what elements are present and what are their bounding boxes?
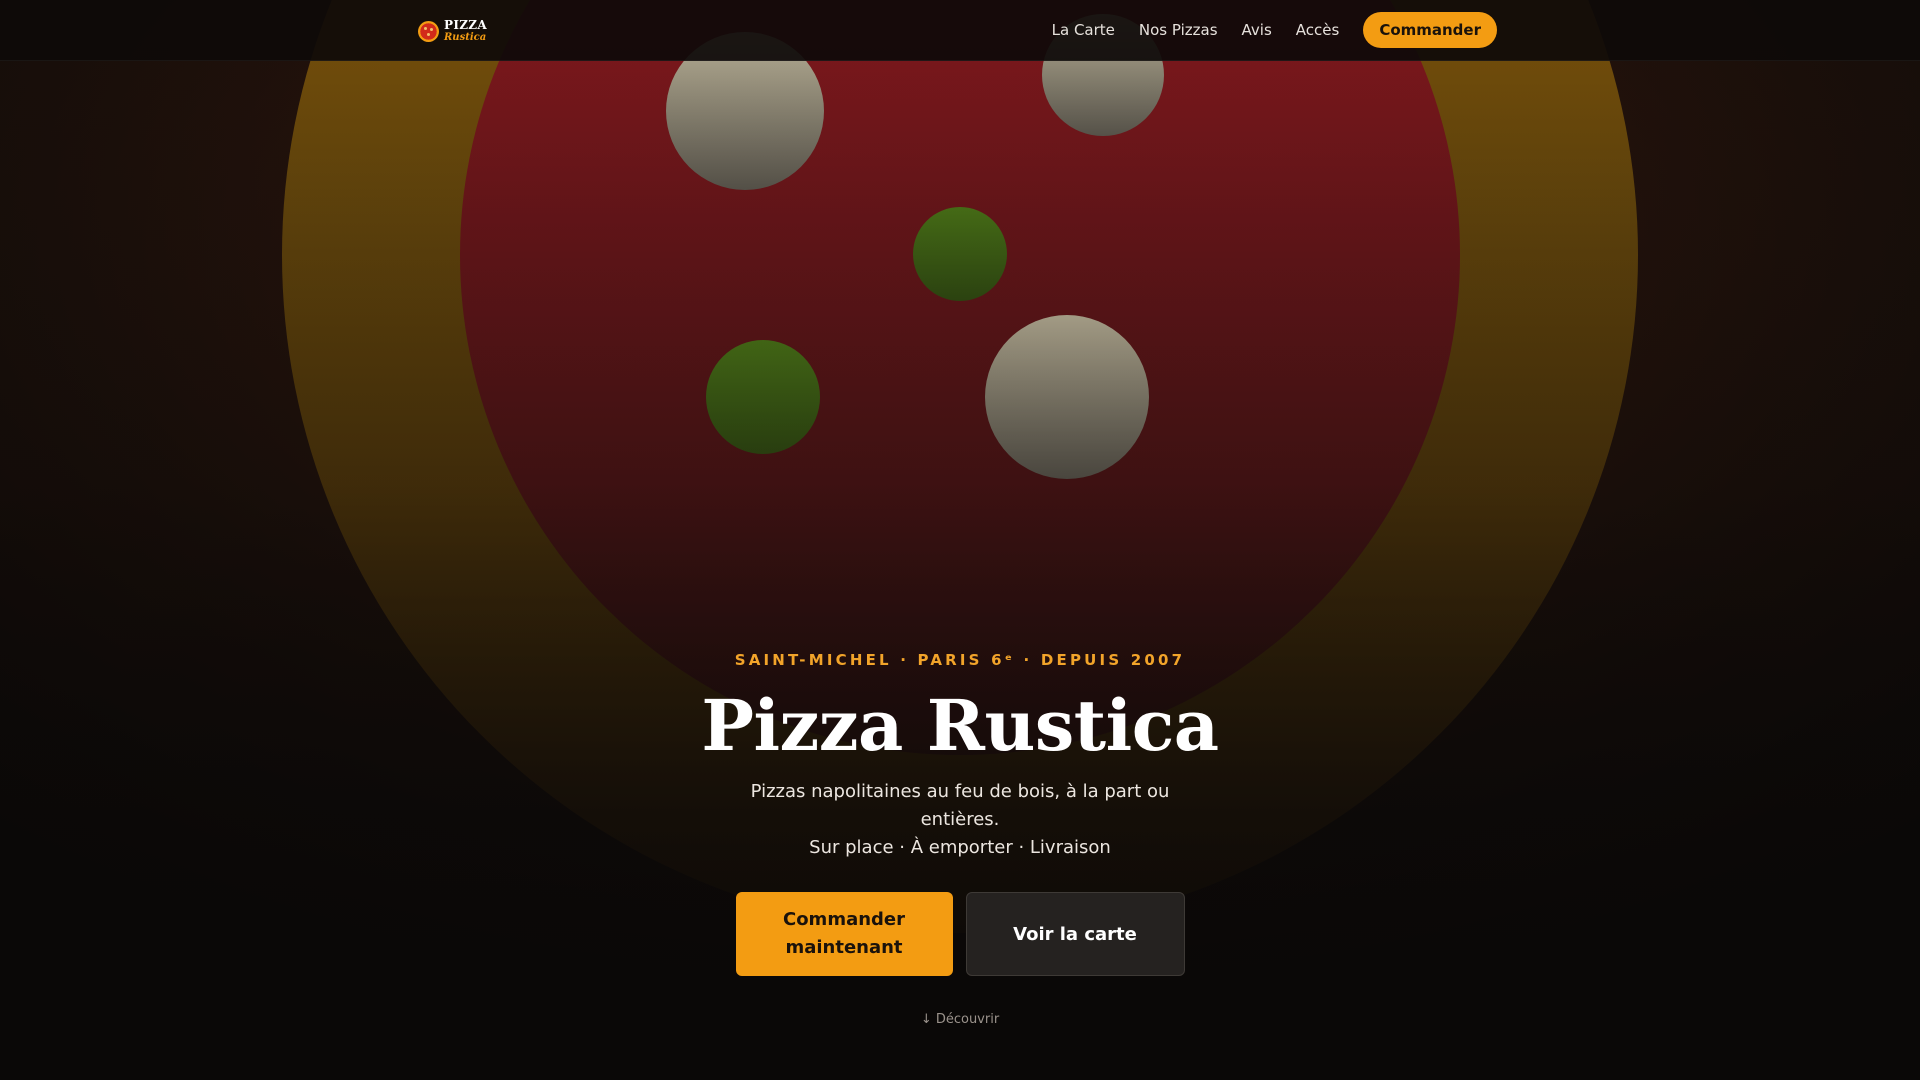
nav-links: La Carte Nos Pizzas Avis Accès Commander: [1052, 12, 1497, 48]
hero-title: Pizza Rustica: [701, 684, 1219, 767]
hero-buttons: Commander maintenant Voir la carte: [735, 892, 1185, 976]
landing-page: PIZZA Rustica La Carte Nos Pizzas Avis A…: [0, 0, 1920, 1080]
discover-scroll-link[interactable]: ↓ Découvrir: [921, 1012, 999, 1027]
nav-order-button[interactable]: Commander: [1363, 12, 1497, 48]
basil-topping: [706, 340, 820, 454]
hero-section: SAINT-MICHEL · PARIS 6ᵉ · DEPUIS 2007 Pi…: [0, 650, 1920, 1027]
pizza-icon: [418, 20, 439, 42]
logo-text: PIZZA Rustica: [444, 19, 487, 43]
hero-subtitle: Pizzas napolitaines au feu de bois, à la…: [740, 778, 1180, 862]
hero-subtitle-line2: Sur place · À emporter · Livraison: [809, 837, 1111, 858]
hero-subtitle-line1: Pizzas napolitaines au feu de bois, à la…: [750, 781, 1170, 830]
logo-word-pizza: PIZZA: [444, 18, 487, 32]
logo-word-rustica: Rustica: [444, 32, 487, 43]
top-navbar: PIZZA Rustica La Carte Nos Pizzas Avis A…: [0, 0, 1920, 61]
logo[interactable]: PIZZA Rustica: [418, 18, 487, 44]
mozzarella-topping: [985, 315, 1149, 479]
nav-link-acces[interactable]: Accès: [1296, 21, 1340, 39]
nav-link-nos-pizzas[interactable]: Nos Pizzas: [1139, 21, 1218, 39]
view-menu-button[interactable]: Voir la carte: [965, 892, 1185, 976]
order-now-button[interactable]: Commander maintenant: [735, 892, 953, 976]
nav-link-avis[interactable]: Avis: [1242, 21, 1272, 39]
hero-eyebrow: SAINT-MICHEL · PARIS 6ᵉ · DEPUIS 2007: [734, 651, 1186, 669]
basil-topping: [913, 207, 1007, 301]
nav-link-la-carte[interactable]: La Carte: [1052, 21, 1115, 39]
